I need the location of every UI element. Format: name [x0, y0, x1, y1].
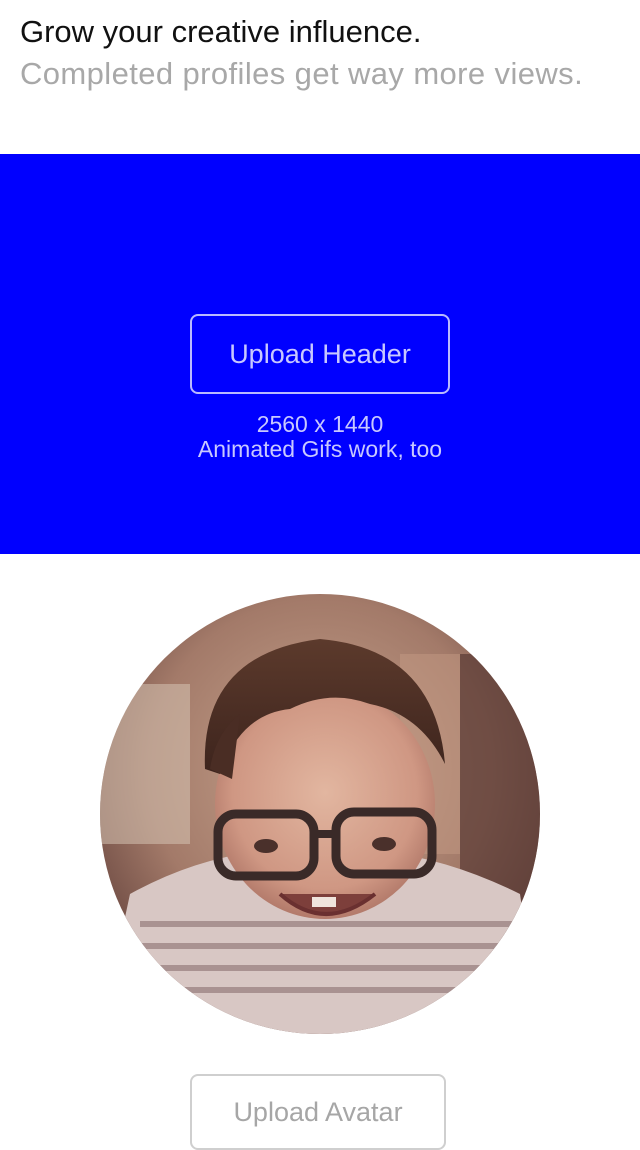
header-dimensions: 2560 x 1440	[256, 411, 384, 437]
upload-header-button[interactable]: Upload Header	[190, 314, 450, 394]
intro-title: Grow your creative influence.	[20, 14, 422, 49]
header-upload-area[interactable]: Upload Header 2560 x 1440 Animated Gifs …	[0, 154, 640, 554]
header-upload-hint: 2560 x 1440 Animated Gifs work, too	[0, 412, 640, 462]
intro-subtitle: Completed profiles get way more views.	[20, 56, 584, 91]
intro-section: Grow your creative influence. Completed …	[20, 12, 620, 96]
header-gif-note: Animated Gifs work, too	[197, 436, 443, 462]
avatar-image	[100, 594, 540, 1034]
upload-avatar-button[interactable]: Upload Avatar	[190, 1074, 446, 1150]
